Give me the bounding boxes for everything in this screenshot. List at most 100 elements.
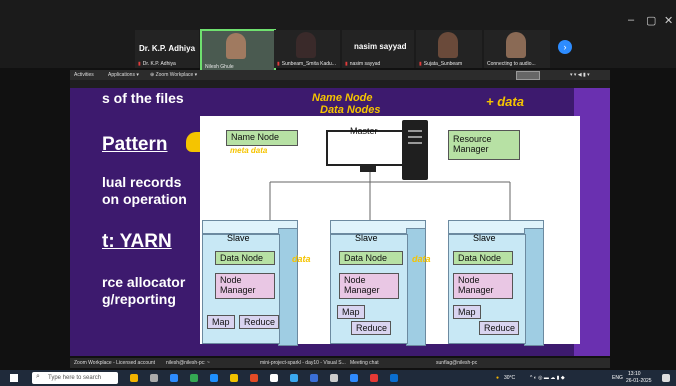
- reduce-box: Reduce: [239, 315, 279, 329]
- participant-caption: ▮ Sunbeam_Smita Kadu...: [277, 61, 336, 67]
- slave-cube-side: [406, 228, 426, 346]
- participant-caption: ▮ nasim sayyad: [345, 61, 381, 67]
- annotation-data-arrow: data: [292, 254, 311, 264]
- taskbar-item[interactable]: Meeting chat: [350, 360, 379, 366]
- zoom-icon[interactable]: [170, 374, 178, 382]
- annotation-name-node: Name Node: [312, 92, 373, 104]
- weather-icon: ●: [496, 375, 500, 381]
- slave-label: Slave: [227, 233, 250, 243]
- taskbar-item[interactable]: nilesh@nilesh-pc: ~: [166, 360, 210, 366]
- participant-tile[interactable]: ▮ Sunbeam_Smita Kadu...: [274, 30, 340, 68]
- participant-tile-active-speaker[interactable]: Nilesh Ghule: [200, 29, 276, 73]
- participant-video: [506, 32, 526, 58]
- data-node-box: Data Node: [453, 251, 513, 265]
- map-box: Map: [337, 305, 365, 319]
- participant-caption: ▮ Sujata_Sunbeam: [419, 61, 463, 67]
- mail-icon[interactable]: [350, 374, 358, 382]
- monitor-stand: [360, 166, 376, 172]
- weather-temp[interactable]: 30°C: [504, 375, 515, 381]
- participant-video: [296, 32, 316, 58]
- search-icon: ⌕: [36, 373, 40, 380]
- vscode-icon[interactable]: [310, 374, 318, 382]
- slave-node: Slave Data Node Node Manager Map Reduce: [202, 233, 280, 344]
- ubuntu-top-bar: Activities Applications ▾ ⊕ Zoom Workpla…: [70, 70, 610, 80]
- obs-icon[interactable]: [330, 374, 338, 382]
- linux-taskbar: Zoom Workplace - Licensed account nilesh…: [70, 358, 610, 368]
- close-button[interactable]: ✕: [664, 14, 673, 27]
- reduce-box: Reduce: [479, 321, 519, 335]
- windows-search-box[interactable]: ⌕ Type here to search: [32, 372, 118, 384]
- google-chrome-icon[interactable]: [370, 374, 378, 382]
- slave-label: Slave: [355, 233, 378, 243]
- applications-menu[interactable]: Applications ▾: [108, 72, 139, 78]
- slave-node: Slave Data Node Node Manager Map Reduce: [330, 233, 408, 344]
- slide-heading: t: YARN: [102, 231, 172, 252]
- file-explorer-icon[interactable]: [230, 374, 238, 382]
- brave-icon[interactable]: [250, 374, 258, 382]
- task-view-icon[interactable]: [150, 374, 158, 382]
- participant-caption: Connecting to audio...: [487, 61, 536, 67]
- teams-icon[interactable]: [390, 374, 398, 382]
- node-manager-box: Node Manager: [339, 273, 399, 299]
- windows-taskbar: ⌕ Type here to search ● 30°C ^ ◐ ◎ ▬ ☁ ▮…: [0, 370, 676, 386]
- resource-manager-box: Resource Manager: [448, 130, 520, 160]
- zoom-workplace-menu[interactable]: ⊕ Zoom Workplace ▾: [150, 72, 197, 78]
- app-icon[interactable]: [270, 374, 278, 382]
- language-indicator[interactable]: ENG: [612, 375, 623, 381]
- activities-menu[interactable]: Activities: [74, 72, 94, 78]
- slide-text-line: g/reporting: [102, 291, 176, 307]
- clock-date[interactable]: 26-01-2025: [626, 378, 652, 384]
- participant-name: nasim sayyad: [354, 42, 407, 51]
- widgets-icon[interactable]: [130, 374, 138, 382]
- participant-tile[interactable]: ▮ Sujata_Sunbeam: [416, 30, 482, 68]
- slide-heading: Pattern: [102, 134, 168, 155]
- annotation-plus-data: + data: [486, 94, 524, 109]
- data-node-box: Data Node: [215, 251, 275, 265]
- node-manager-box: Node Manager: [453, 273, 513, 299]
- participant-caption: ▮ Dr. K.P. Adhiya: [138, 61, 176, 67]
- mic-muted-icon: ▮: [277, 61, 280, 67]
- name-node-box: Name Node: [226, 130, 298, 146]
- data-node-box: Data Node: [339, 251, 403, 265]
- workspace-indicator[interactable]: [516, 71, 540, 80]
- master-label: Master: [350, 126, 378, 136]
- restore-button[interactable]: ▢: [646, 14, 656, 27]
- mic-muted-icon: ▮: [345, 61, 348, 67]
- search-placeholder: Type here to search: [48, 375, 102, 381]
- slave-cube-side: [524, 228, 544, 346]
- slide-text-line: lual records: [102, 174, 182, 190]
- tray-icons[interactable]: ^ ◐ ◎ ▬ ☁ ▮ ◆: [530, 375, 565, 381]
- participant-tile[interactable]: Dr. K.P. Adhiya ▮ Dr. K.P. Adhiya: [135, 30, 199, 68]
- participant-tile[interactable]: Connecting to audio...: [484, 30, 550, 68]
- slide-text-line: rce allocator: [102, 274, 186, 290]
- slide-text-line: s of the files: [102, 90, 184, 106]
- edge-icon[interactable]: [210, 374, 218, 382]
- taskbar-item[interactable]: Zoom Workplace - Licensed account: [74, 360, 155, 366]
- map-box: Map: [453, 305, 481, 319]
- notification-icon[interactable]: [662, 374, 670, 382]
- minimize-button[interactable]: –: [628, 14, 634, 26]
- slide-text-line: on operation: [102, 191, 187, 207]
- annotation-data-nodes: Data Nodes: [320, 104, 381, 116]
- server-tower-icon: [402, 120, 428, 180]
- slave-node: Slave Data Node Node Manager Map Reduce: [448, 233, 526, 344]
- next-page-arrow-icon[interactable]: ›: [558, 40, 572, 54]
- reduce-box: Reduce: [351, 321, 391, 335]
- system-tray-icons[interactable]: ▾ ▾ ◀ ▮ ▾: [570, 72, 590, 78]
- taskbar-item[interactable]: sunflag@nilesh-pc: [436, 360, 477, 366]
- slave-cube-side: [278, 228, 298, 346]
- windows-start-icon[interactable]: [10, 374, 18, 382]
- clock-time[interactable]: 13:10: [628, 371, 641, 377]
- participant-video: [438, 32, 458, 58]
- mic-muted-icon: ▮: [138, 61, 141, 67]
- map-box: Map: [207, 315, 235, 329]
- chrome-icon[interactable]: [190, 374, 198, 382]
- node-manager-box: Node Manager: [215, 273, 275, 299]
- participant-tile[interactable]: nasim sayyad ▮ nasim sayyad: [342, 30, 414, 68]
- telegram-icon[interactable]: [290, 374, 298, 382]
- slave-label: Slave: [473, 233, 496, 243]
- annotation-data-arrow: data: [412, 254, 431, 264]
- zoom-participants-strip: – ▢ ✕ Dr. K.P. Adhiya ▮ Dr. K.P. Adhiya N…: [0, 0, 676, 73]
- mic-muted-icon: ▮: [419, 61, 422, 67]
- taskbar-item[interactable]: mini-project-sparkl - day10 - Visual S..…: [260, 360, 346, 366]
